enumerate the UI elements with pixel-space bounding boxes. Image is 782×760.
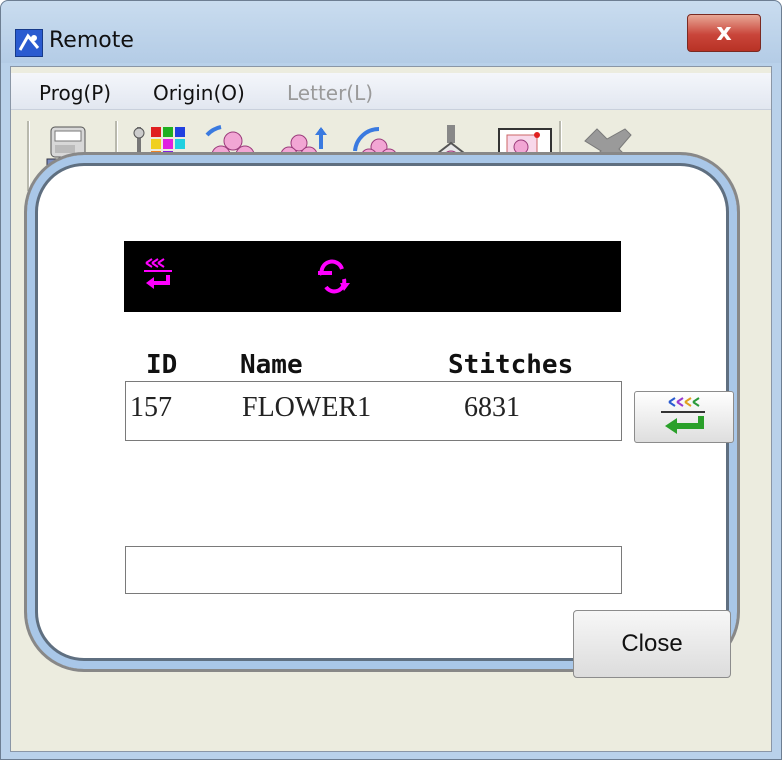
send-pattern-icon — [661, 397, 705, 434]
column-header-name: Name — [240, 350, 303, 380]
window-title: Remote — [49, 28, 134, 53]
status-textbox[interactable] — [125, 546, 622, 594]
pattern-stitches[interactable]: 6831 — [464, 392, 520, 424]
menu-bar: Prog(P) Origin(O) Letter(L) — [11, 73, 771, 110]
menu-prog[interactable]: Prog(P) — [39, 81, 111, 105]
swap-icon — [314, 257, 354, 301]
pattern-name[interactable]: FLOWER1 — [242, 392, 371, 424]
pattern-id[interactable]: 157 — [130, 392, 172, 424]
send-pattern-icon — [142, 257, 176, 295]
window-close-button[interactable]: x — [687, 14, 761, 52]
close-button[interactable]: Close — [573, 610, 731, 678]
column-header-stitches: Stitches — [448, 350, 574, 380]
send-pattern-button[interactable] — [634, 391, 734, 443]
status-display — [124, 241, 621, 312]
app-icon — [15, 29, 43, 57]
menu-letter[interactable]: Letter(L) — [287, 81, 373, 105]
title-bar[interactable]: Remote x — [1, 1, 781, 63]
pattern-list[interactable] — [125, 381, 622, 441]
toolbar-separator — [27, 121, 30, 191]
close-icon: x — [716, 18, 732, 46]
menu-origin[interactable]: Origin(O) — [153, 81, 245, 105]
column-header-id: ID — [146, 350, 178, 380]
